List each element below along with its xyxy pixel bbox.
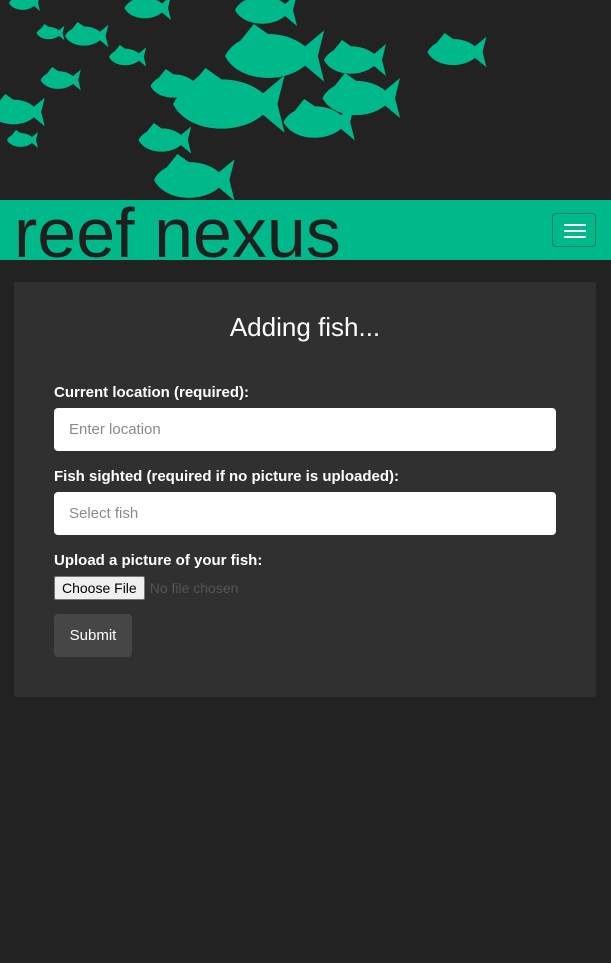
navbar: reef nexus: [0, 200, 611, 260]
file-upload: Choose File No file chosen: [54, 576, 238, 600]
page-title: Adding fish...: [229, 312, 381, 342]
picture-label: Upload a picture of your fish:: [54, 552, 263, 569]
choose-file-button[interactable]: Choose File: [54, 576, 145, 600]
file-status-text: No file chosen: [149, 580, 239, 596]
fish-school-illustration: [0, 0, 487, 200]
location-label: Current location (required):: [54, 384, 250, 401]
fish-select-input[interactable]: [54, 492, 556, 535]
brand-logo[interactable]: reef nexus: [14, 200, 341, 260]
fish-banner: [0, 0, 611, 200]
add-fish-form: Adding fish... Current location (require…: [14, 282, 596, 697]
fish-label: Fish sighted (required if no picture is …: [54, 468, 400, 485]
location-input[interactable]: [54, 408, 556, 451]
submit-button[interactable]: Submit: [54, 614, 132, 657]
menu-toggle-button[interactable]: [552, 213, 596, 247]
